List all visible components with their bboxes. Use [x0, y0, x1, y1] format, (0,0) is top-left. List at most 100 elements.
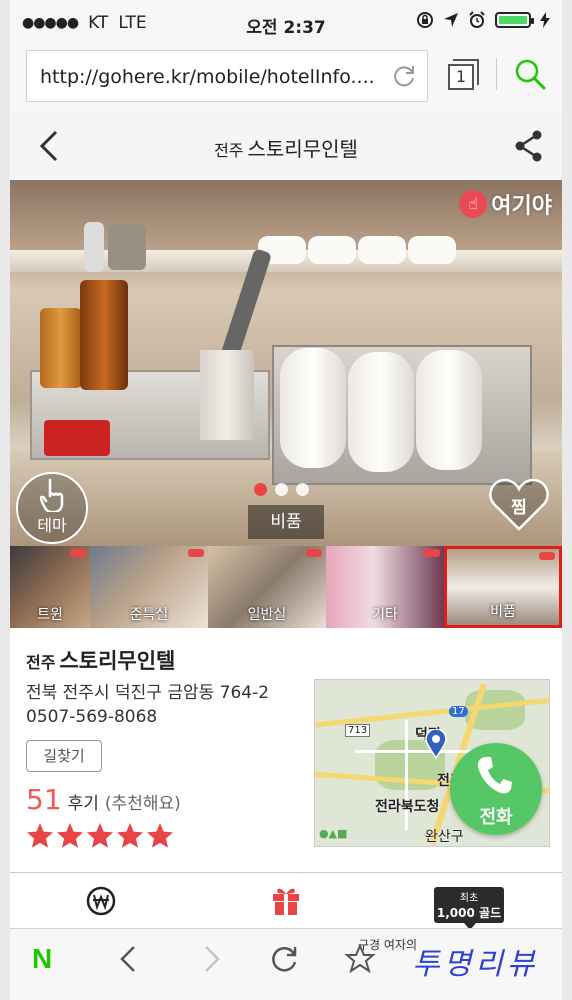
photo-pager [254, 483, 309, 496]
browser-forward-icon[interactable] [194, 943, 226, 975]
photo-towel [358, 236, 406, 264]
gold-badge-line2: 1,000 골드 [436, 906, 502, 920]
star-rating [26, 822, 174, 850]
brand-mark [70, 549, 86, 557]
map-street [355, 750, 485, 753]
thumbnail-twin[interactable]: 트윈 [10, 546, 90, 628]
theme-label: 테마 [37, 516, 67, 535]
photo-bottle [84, 222, 104, 272]
map-label: 전라북도청 [375, 799, 440, 815]
photo-caption: 비품 [248, 505, 324, 539]
call-button[interactable]: 전화 [450, 743, 542, 835]
thumbnail-label: 일반실 [247, 607, 287, 623]
brand-mark [306, 549, 322, 557]
rotation-lock-icon [417, 12, 433, 28]
brand-mark [188, 549, 204, 557]
thumbnail-label: 기타 [372, 607, 398, 623]
photo-amenity-pack [44, 420, 110, 456]
phone-icon [477, 757, 512, 794]
zzim-button[interactable]: 찜 [488, 476, 550, 532]
url-text: http://gohere.kr/mobile/hotelInfo.... [40, 66, 375, 88]
photo-towel [308, 236, 356, 264]
brand-logo: ☝ 여기야 [459, 188, 552, 220]
photo-bottle [80, 280, 128, 390]
reload-icon[interactable] [391, 63, 417, 89]
watermark-small-text: 구경 여자의 [358, 938, 418, 952]
review-count: 51 [26, 783, 62, 816]
photo-bottle [108, 224, 146, 270]
status-right [416, 11, 550, 29]
browser-url-bar: http://gohere.kr/mobile/hotelInfo.... 1 [10, 44, 562, 112]
battery-icon [495, 12, 534, 28]
review-label: 후기 [67, 794, 99, 814]
thumbnail-amenities[interactable]: 비품 [444, 546, 562, 628]
reviewer-watermark: 구경 여자의 투명리뷰 [356, 937, 556, 987]
location-arrow-icon [444, 13, 458, 27]
map-route-number: 713 [345, 724, 371, 737]
search-icon[interactable] [512, 56, 548, 92]
star-icon [27, 823, 53, 848]
zzim-label: 찜 [511, 498, 527, 518]
page-title: 전주 스토리무인텔 [10, 133, 562, 162]
thumbnail-label: 트윈 [37, 607, 63, 623]
photo-cup [200, 350, 254, 440]
brand-mark [539, 552, 555, 560]
charging-bolt-icon [540, 12, 550, 28]
hotel-phone[interactable]: 0507-569-8068 [26, 707, 157, 727]
brand-logo-icon: ☝ [459, 190, 488, 218]
call-label: 전화 [479, 807, 513, 828]
thumbnail-etc[interactable]: 기타 [326, 546, 444, 628]
tab-bar-divider [10, 872, 562, 873]
photo-bottle [40, 308, 82, 388]
directions-button[interactable]: 길찾기 [26, 740, 102, 772]
naver-home-icon[interactable]: N [32, 943, 52, 975]
browser-refresh-icon[interactable] [268, 943, 300, 975]
hotel-address: 전북 전주시 덕진구 금암동 764-2 [26, 683, 270, 703]
star-icon [147, 823, 173, 848]
gift-icon[interactable] [271, 884, 301, 916]
pager-dot[interactable] [275, 483, 288, 496]
thumbnail-junior-suite[interactable]: 준특실 [90, 546, 208, 628]
star-icon [117, 823, 143, 848]
status-bar: ●●●●● KT LTE 오전 2:37 [10, 0, 562, 44]
hotel-city: 전주 [26, 653, 56, 672]
photo-towel [416, 350, 482, 470]
photo-towel [408, 236, 456, 264]
star-icon [57, 823, 83, 848]
thumbnail-strip: 트윈 준특실 일반실 기타 비품 [10, 546, 562, 628]
watermark-big-text: 투명리뷰 [412, 947, 539, 982]
map-label: 완산구 [425, 829, 464, 845]
pointing-hand-icon [40, 478, 64, 512]
brand-mark [424, 549, 440, 557]
won-coin-icon[interactable] [86, 886, 116, 916]
hotel-name-text: 스토리무인텔 [59, 649, 176, 673]
browser-back-icon[interactable] [114, 943, 146, 975]
photo-towel [280, 348, 346, 468]
map-pin-icon [425, 729, 447, 759]
toolbar-divider [496, 58, 497, 90]
pager-dot[interactable] [296, 483, 309, 496]
thumbnail-label: 준특실 [129, 607, 169, 623]
gold-badge-line1: 최초 [459, 893, 479, 904]
pager-dot[interactable] [254, 483, 267, 496]
brand-name: 여기야 [491, 194, 552, 219]
tab-switcher-button[interactable]: 1 [446, 58, 482, 92]
phone-screen: ●●●●● KT LTE 오전 2:37 http://gohere.kr/mo… [10, 0, 562, 1000]
thumbnail-standard-room[interactable]: 일반실 [208, 546, 326, 628]
tab-count: 1 [448, 64, 474, 90]
browser-toolbar: N 구경 여자의 투명리뷰 [10, 928, 562, 1000]
page-title-city: 전주 [214, 141, 244, 160]
hotel-photo[interactable]: ☝ 여기야 테마 비품 찜 [10, 180, 562, 546]
share-icon[interactable] [514, 129, 544, 163]
page-title-name: 스토리무인텔 [247, 137, 358, 161]
photo-towel [348, 352, 414, 472]
map-provider-logo-icon: ●▲■ [319, 827, 348, 840]
star-icon [87, 823, 113, 848]
map-route-number: 17 [449, 706, 468, 717]
review-sub-label: (추천해요) [104, 794, 181, 814]
review-summary[interactable]: 51 후기 (추천해요) [26, 783, 181, 816]
alarm-icon [469, 11, 485, 28]
address-field[interactable]: http://gohere.kr/mobile/hotelInfo.... [26, 50, 428, 102]
gold-reward-badge[interactable]: 최초 1,000 골드 [434, 887, 504, 930]
theme-button[interactable]: 테마 [16, 472, 88, 544]
